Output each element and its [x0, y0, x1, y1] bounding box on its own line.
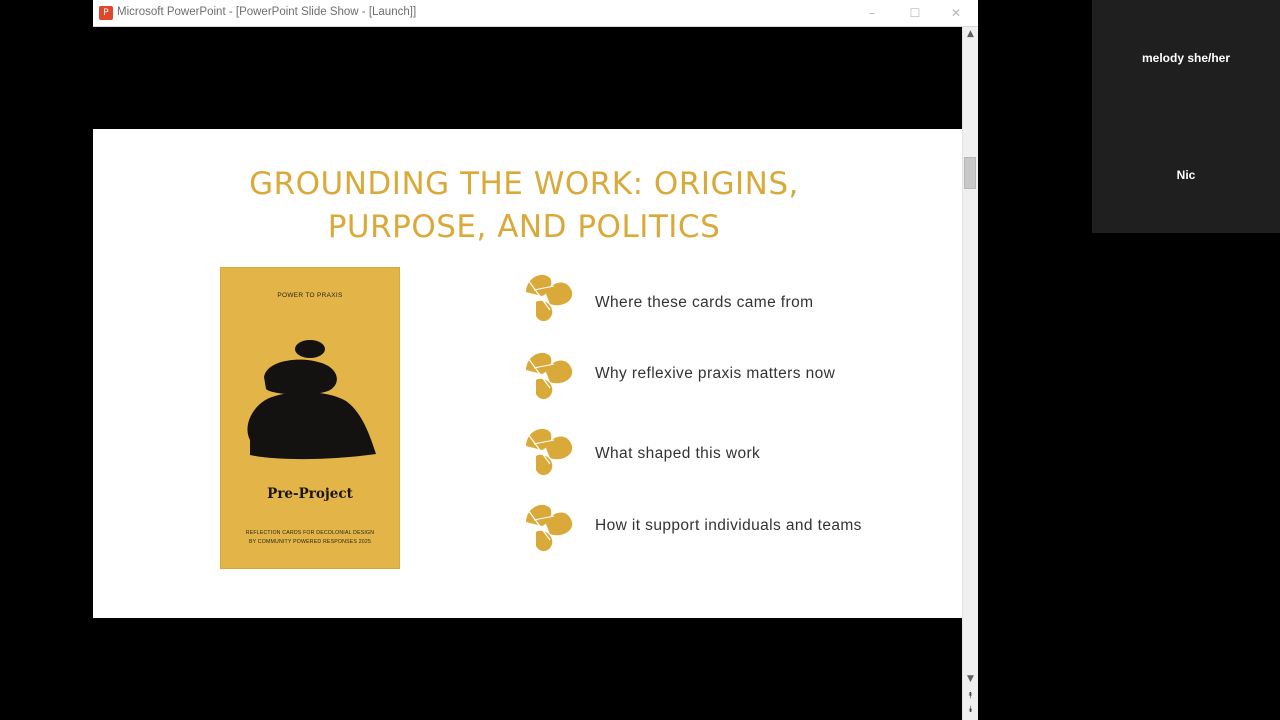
- book-subtitle: REFLECTION CARDS FOR DECOLONIAL DESIGN B…: [220, 529, 400, 547]
- participant-name: melody she/her: [1141, 51, 1231, 65]
- powerpoint-window: P Microsoft PowerPoint - [PowerPoint Sli…: [93, 0, 978, 720]
- scroll-thumb[interactable]: [964, 157, 976, 189]
- participant-tile[interactable]: melody she/her: [1092, 0, 1280, 116]
- bullet-text: How it support individuals and teams: [595, 517, 862, 534]
- book-subtitle-line-2: BY COMMUNITY POWERED RESPONSES 2025: [248, 539, 372, 545]
- book-subtitle-line-1: REFLECTION CARDS FOR DECOLONIAL DESIGN: [245, 530, 375, 536]
- slide-title-line-2: PURPOSE, AND POLITICS: [327, 209, 721, 245]
- minimize-button[interactable]: –: [861, 3, 883, 23]
- title-bar[interactable]: P Microsoft PowerPoint - [PowerPoint Sli…: [93, 0, 978, 27]
- book-series-label: POWER TO PRAXIS: [277, 292, 343, 299]
- book-cover-image: POWER TO PRAXIS Pre-Project REFLECTION C…: [220, 267, 400, 569]
- powerpoint-app-icon: P: [99, 6, 113, 20]
- leaf-icon: [526, 352, 573, 400]
- vertical-scrollbar[interactable]: ▲ ▼ ⯭ ⯯: [962, 27, 978, 720]
- bullet-text: Where these cards came from: [595, 294, 814, 311]
- leaf-icon: [526, 504, 573, 552]
- slide-title-line-1: GROUNDING THE WORK: ORIGINS,: [249, 166, 799, 202]
- leaf-icon: [526, 428, 573, 476]
- slide[interactable]: GROUNDING THE WORK: ORIGINS, PURPOSE, AN…: [93, 129, 962, 618]
- close-button[interactable]: ✕: [945, 3, 967, 23]
- participant-name: Nic: [1176, 168, 1196, 182]
- bullet-text: Why reflexive praxis matters now: [595, 365, 836, 382]
- book-title: Pre-Project: [267, 486, 353, 502]
- participant-tile[interactable]: Nic: [1092, 117, 1280, 233]
- scroll-up-icon[interactable]: ▲: [963, 27, 978, 41]
- maximize-button[interactable]: ☐: [904, 3, 926, 23]
- bullet-text: What shaped this work: [595, 445, 761, 462]
- slide-show-area[interactable]: GROUNDING THE WORK: ORIGINS, PURPOSE, AN…: [93, 27, 962, 720]
- next-slide-icon[interactable]: ⯯: [963, 703, 978, 717]
- video-participants-panel: melody she/her Nic: [1092, 0, 1280, 233]
- scroll-down-icon[interactable]: ▼: [963, 672, 978, 686]
- previous-slide-icon[interactable]: ⯭: [963, 689, 978, 703]
- slide-title: GROUNDING THE WORK: ORIGINS, PURPOSE, AN…: [93, 163, 955, 249]
- stacked-stones-illustration: [247, 340, 376, 460]
- leaf-icon: [526, 274, 573, 322]
- window-title: Microsoft PowerPoint - [PowerPoint Slide…: [117, 6, 417, 18]
